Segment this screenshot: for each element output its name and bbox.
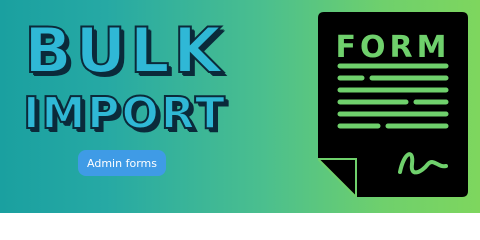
admin-forms-badge[interactable]: Admin forms	[78, 150, 166, 176]
banner: BULK IMPORT Admin forms FORM	[0, 0, 480, 213]
form-label: FORM	[335, 30, 451, 65]
document-icon: FORM	[318, 12, 468, 197]
title-line-import: IMPORT	[22, 87, 227, 140]
title-line-bulk: BULK	[23, 13, 226, 88]
